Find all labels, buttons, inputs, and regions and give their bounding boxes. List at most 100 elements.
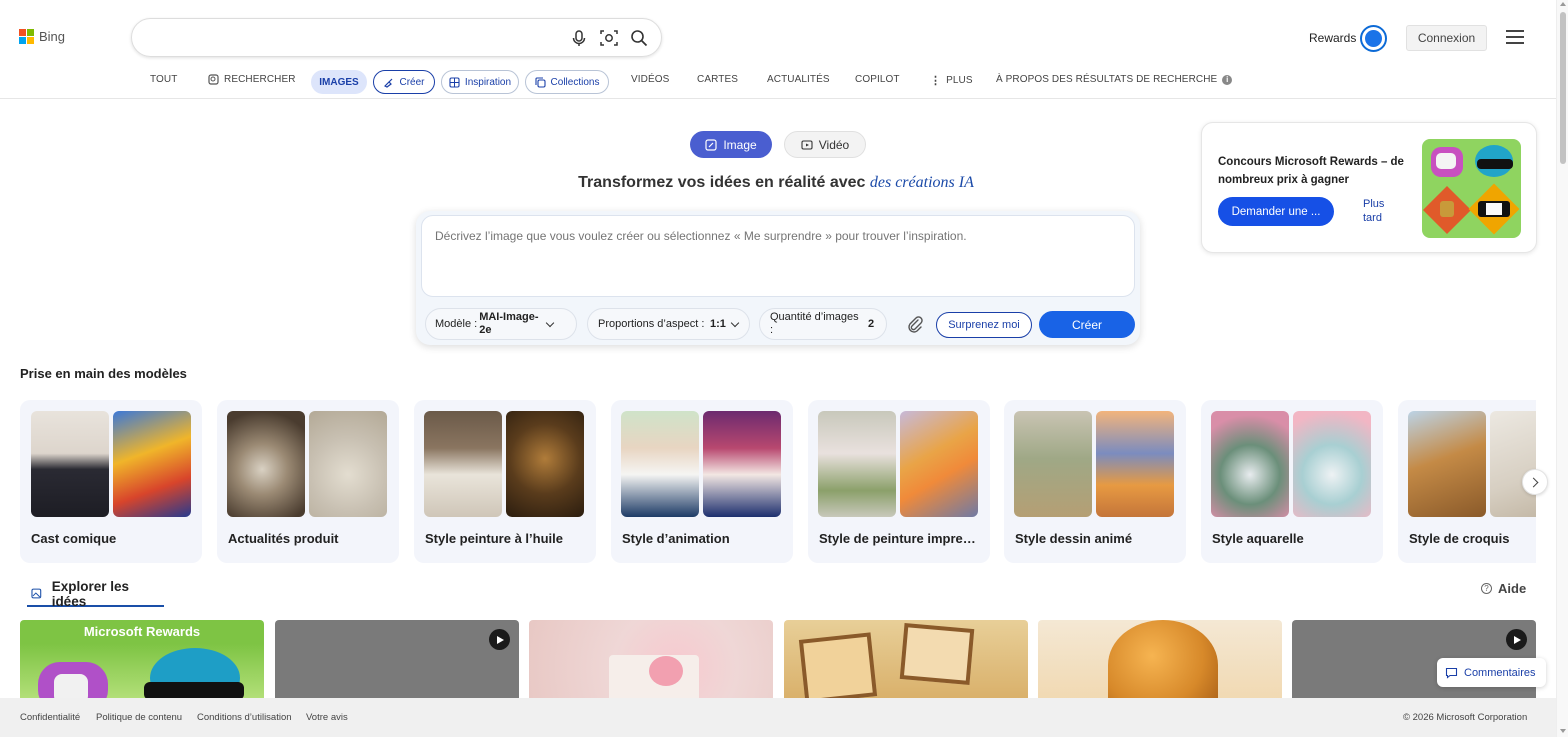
mode-image-label: Image <box>723 137 757 152</box>
nav-inspiration-label: Inspiration <box>464 76 512 88</box>
model-thumb-a <box>227 411 305 517</box>
model-card[interactable]: Actualités produit <box>217 400 399 563</box>
chevron-down-icon <box>730 318 740 327</box>
model-thumb-a <box>424 411 502 517</box>
rewards-label[interactable]: Rewards <box>1309 31 1356 45</box>
promo-title: Concours Microsoft Rewards – de nombreux… <box>1218 156 1404 186</box>
play-video-icon <box>1506 629 1527 650</box>
nav-plus[interactable]: ⋮ PLUS <box>930 74 973 87</box>
model-card[interactable]: Style dessin animé <box>1004 400 1186 563</box>
info-icon: i <box>1222 74 1233 85</box>
footer: Confidentialité Politique de contenu Con… <box>0 698 1556 737</box>
nav-videos[interactable]: VIDÉOS <box>631 74 669 85</box>
nav-videos-label: VIDÉOS <box>631 74 670 85</box>
connexion-button[interactable]: Connexion <box>1406 25 1487 51</box>
model-select[interactable]: Modèle : MAI-Image-2e <box>425 308 577 340</box>
model-card[interactable]: Style de croquis <box>1398 400 1536 563</box>
idea-card[interactable] <box>275 620 519 700</box>
model-thumb-b <box>309 411 387 517</box>
feedback-button[interactable]: Commentaires <box>1437 658 1546 687</box>
scroll-thumb[interactable] <box>1560 12 1566 164</box>
rewards-medal-icon[interactable] <box>1360 25 1387 52</box>
nav-about-results[interactable]: À PROPOS DES RÉSULTATS DE RECHERCHE i <box>996 74 1233 85</box>
mode-video-label: Vidéo <box>818 137 850 152</box>
model-card-label: Style de peinture impre… <box>819 531 976 546</box>
inspiration-icon <box>449 76 460 88</box>
nav-tout[interactable]: TOUT <box>150 74 177 85</box>
model-card[interactable]: Cast comique <box>20 400 202 563</box>
footer-link-feedback[interactable]: Votre avis <box>306 712 348 723</box>
play-video-icon <box>489 629 510 650</box>
search-icon[interactable] <box>630 29 648 47</box>
mode-image-button[interactable]: Image <box>690 131 772 158</box>
comment-icon <box>1445 667 1458 679</box>
nav-creer[interactable]: Créer <box>373 70 435 94</box>
search-box[interactable] <box>131 18 662 57</box>
model-thumb-b <box>1293 411 1371 517</box>
model-card-label: Style de croquis <box>1409 531 1510 546</box>
nav-cartes-label: CARTES <box>697 74 738 85</box>
nav-creer-label: Créer <box>399 76 425 88</box>
bing-logo[interactable]: Bing <box>19 29 65 44</box>
model-card[interactable]: Style d’animation <box>611 400 793 563</box>
model-thumb-a <box>1408 411 1486 517</box>
help-link[interactable]: ? Aide <box>1481 581 1526 596</box>
tab-explore-ideas[interactable]: Explorer les idées <box>27 579 164 609</box>
headline-accent: des créations IA <box>869 174 974 191</box>
idea-card[interactable] <box>1038 620 1282 700</box>
aspect-label: Proportions d’aspect : <box>598 317 705 330</box>
model-card-label: Style dessin animé <box>1015 531 1133 546</box>
promo-later-link[interactable]: Plus tard <box>1363 197 1393 225</box>
nav-actualites[interactable]: ACTUALITÉS <box>767 74 830 85</box>
model-thumb-a <box>31 411 109 517</box>
surprise-me-button[interactable]: Surprenez moi <box>936 312 1032 338</box>
nav-rechercher[interactable]: RECHERCHER <box>208 74 296 85</box>
idea-card-overlay-text: Microsoft Rewards <box>83 624 201 639</box>
carousel-next-arrow-icon[interactable] <box>1522 469 1548 495</box>
idea-card[interactable] <box>529 620 773 700</box>
nav-collections[interactable]: Collections <box>525 70 609 94</box>
model-value: MAI-Image-2e <box>479 311 539 336</box>
aspect-select[interactable]: Proportions d’aspect : 1:1 <box>587 308 750 340</box>
collections-icon <box>534 76 546 88</box>
quantity-select[interactable]: Quantité d’images : 2 <box>759 308 887 340</box>
model-card[interactable]: Style aquarelle <box>1201 400 1383 563</box>
scroll-up-arrow-icon[interactable] <box>1560 2 1566 6</box>
model-card[interactable]: Style peinture à l’huile <box>414 400 596 563</box>
nav-copilot-label: COPILOT <box>855 74 900 85</box>
idea-card[interactable]: Microsoft Rewards <box>20 620 264 700</box>
nav-inspiration[interactable]: Inspiration <box>441 70 519 94</box>
nav-images[interactable]: IMAGES <box>311 70 367 94</box>
mode-video-button[interactable]: Vidéo <box>784 131 866 158</box>
nav-copilot[interactable]: COPILOT <box>855 74 900 85</box>
model-thumb-a <box>818 411 896 517</box>
nav-plus-label: PLUS <box>946 75 973 86</box>
models-section-title: Prise en main des modèles <box>20 366 187 381</box>
microphone-icon[interactable] <box>570 29 588 47</box>
hamburger-menu-icon[interactable] <box>1506 30 1524 44</box>
model-card-label: Style peinture à l’huile <box>425 531 563 546</box>
nav-cartes[interactable]: CARTES <box>697 74 738 85</box>
footer-link-content-policy[interactable]: Politique de contenu <box>96 712 182 723</box>
idea-card[interactable] <box>784 620 1028 700</box>
footer-link-terms[interactable]: Conditions d’utilisation <box>197 712 292 723</box>
footer-link-privacy[interactable]: Confidentialité <box>20 712 80 723</box>
prompt-card: Modèle : MAI-Image-2e Proportions d’aspe… <box>416 211 1140 345</box>
visual-search-icon[interactable] <box>600 29 618 47</box>
create-button[interactable]: Créer <box>1039 311 1135 338</box>
explore-ideas-grid: Microsoft Rewards <box>20 620 1536 700</box>
paperclip-icon[interactable] <box>906 315 924 333</box>
aspect-value: 1:1 <box>710 317 726 330</box>
feedback-label: Commentaires <box>1464 666 1536 679</box>
search-input[interactable] <box>148 28 548 48</box>
copilot-search-icon <box>208 74 219 85</box>
model-card[interactable]: Style de peinture impre… <box>808 400 990 563</box>
page-scrollbar[interactable] <box>1556 0 1568 737</box>
promo-claim-button[interactable]: Demander une ... <box>1218 197 1334 226</box>
scroll-down-arrow-icon[interactable] <box>1560 729 1566 733</box>
model-thumb-b <box>703 411 781 517</box>
footer-copyright: © 2026 Microsoft Corporation <box>1403 712 1528 723</box>
nav-collections-label: Collections <box>550 76 600 88</box>
prompt-input[interactable] <box>421 215 1135 297</box>
promo-prizes-image <box>1422 139 1521 238</box>
